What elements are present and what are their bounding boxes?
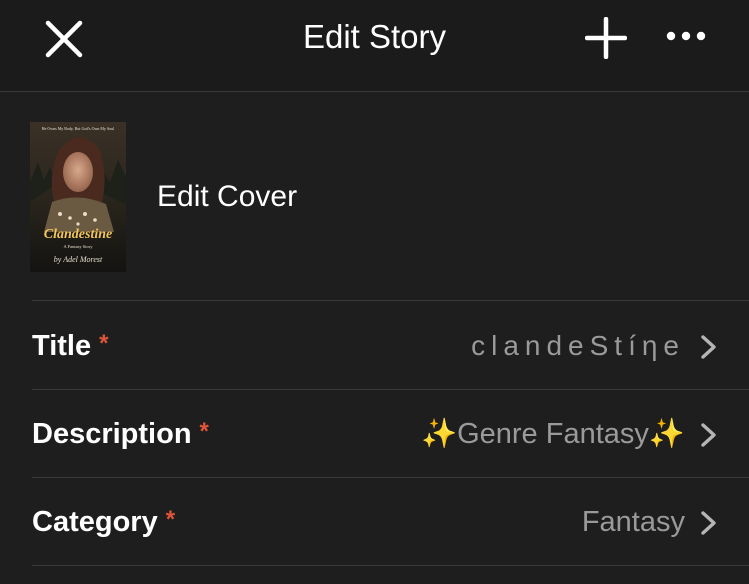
title-row[interactable]: Title * clandeStíηe: [32, 302, 749, 390]
category-label-group: Category *: [32, 502, 175, 542]
required-asterisk: *: [199, 418, 209, 445]
title-value: clandeStíηe: [471, 330, 685, 361]
add-button[interactable]: [582, 14, 630, 62]
title-label: Title: [32, 330, 92, 362]
close-button[interactable]: [38, 14, 90, 64]
category-value: Fantasy: [581, 506, 685, 538]
edit-cover-label[interactable]: Edit Cover: [157, 177, 297, 217]
more-horizontal-icon: [666, 31, 706, 41]
cover-thumbnail[interactable]: He Owns My Body, But God's Own My Soul C…: [30, 122, 126, 272]
edit-cover-row[interactable]: He Owns My Body, But God's Own My Soul C…: [0, 93, 749, 301]
cover-author: by Adel Morest: [54, 255, 103, 264]
top-navigation-bar: Edit Story: [0, 0, 749, 92]
cover-subtitle: A Fantasy Story: [63, 244, 93, 249]
chevron-right-icon: [701, 423, 716, 447]
cover-image: He Owns My Body, But God's Own My Soul C…: [30, 122, 126, 272]
title-label-group: Title *: [32, 326, 108, 366]
cover-book-title: Clandestine: [44, 227, 112, 242]
more-options-button[interactable]: [662, 16, 710, 56]
plus-icon: [585, 17, 627, 59]
required-asterisk: *: [99, 330, 109, 357]
chevron-right-icon: [701, 335, 716, 359]
description-value: ✨Genre Fantasy✨: [420, 418, 685, 450]
category-row[interactable]: Category * Fantasy: [32, 478, 749, 566]
chevron-right-icon: [701, 511, 716, 535]
page-title: Edit Story: [302, 18, 447, 55]
category-label: Category: [32, 506, 158, 538]
description-label: Description: [32, 418, 192, 450]
description-label-group: Description *: [32, 414, 209, 454]
close-icon: [45, 20, 83, 58]
required-asterisk: *: [165, 506, 176, 533]
description-row[interactable]: Description * ✨Genre Fantasy✨: [32, 390, 749, 478]
